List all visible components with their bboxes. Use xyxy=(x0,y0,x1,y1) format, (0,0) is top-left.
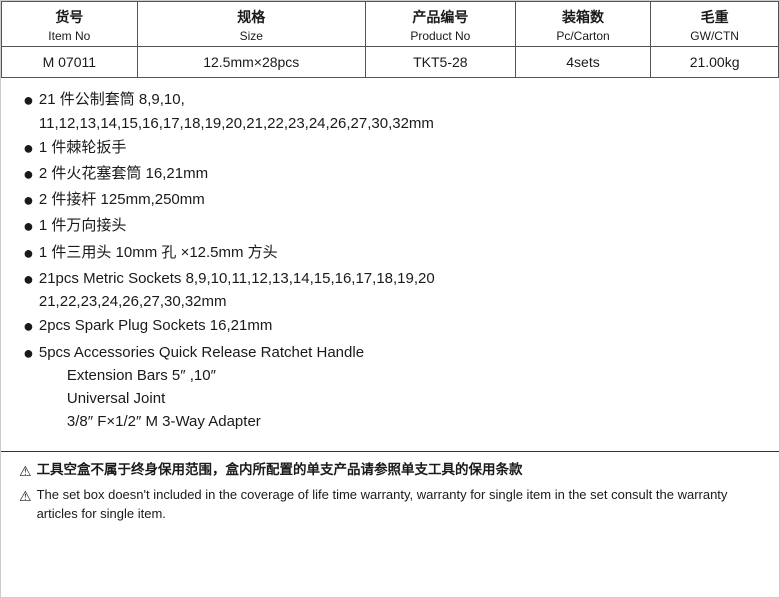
warning-text-en: The set box doesn't included in the cove… xyxy=(37,485,761,524)
list-item: ●2 件接杆 125mm,250mm xyxy=(23,188,761,213)
data-cell: TKT5-28 xyxy=(365,47,515,78)
list-item: ●1 件三用头 10mm 孔 ×12.5mm 方头 xyxy=(23,241,761,266)
bullet-icon: ● xyxy=(23,267,34,292)
item-text: 21pcs Metric Sockets 8,9,10,11,12,13,14,… xyxy=(39,267,761,314)
data-cell: M 07011 xyxy=(2,47,138,78)
warning-icon-en: ⚠ xyxy=(19,486,32,507)
product-content: ●21 件公制套筒 8,9,10,11,12,13,14,15,16,17,18… xyxy=(1,78,779,444)
list-item: ●21pcs Metric Sockets 8,9,10,11,12,13,14… xyxy=(23,267,761,314)
item-list: ●21 件公制套筒 8,9,10,11,12,13,14,15,16,17,18… xyxy=(23,88,761,433)
warning-row-en: ⚠The set box doesn't included in the cov… xyxy=(19,485,761,524)
bullet-icon: ● xyxy=(23,341,34,366)
list-item: ●1 件棘轮扳手 xyxy=(23,136,761,161)
bullet-icon: ● xyxy=(23,314,34,339)
list-item: ●5pcs Accessories Quick Release Ratchet … xyxy=(23,341,761,434)
item-text: 2 件接杆 125mm,250mm xyxy=(39,188,761,211)
item-text: 2 件火花塞套筒 16,21mm xyxy=(39,162,761,185)
bullet-icon: ● xyxy=(23,241,34,266)
bullet-icon: ● xyxy=(23,88,34,113)
item-text: 5pcs Accessories Quick Release Ratchet H… xyxy=(39,341,761,434)
item-text: 1 件万向接头 xyxy=(39,214,761,237)
list-item: ●1 件万向接头 xyxy=(23,214,761,239)
item-text: 2pcs Spark Plug Sockets 16,21mm xyxy=(39,314,761,337)
item-text: 1 件三用头 10mm 孔 ×12.5mm 方头 xyxy=(39,241,761,264)
data-cell: 12.5mm×28pcs xyxy=(137,47,365,78)
item-text: 21 件公制套筒 8,9,10,11,12,13,14,15,16,17,18,… xyxy=(39,88,761,135)
bullet-icon: ● xyxy=(23,188,34,213)
item-continuation: Universal Joint xyxy=(67,387,761,410)
data-cell: 4sets xyxy=(515,47,650,78)
item-text: 1 件棘轮扳手 xyxy=(39,136,761,159)
product-card: 货号Item No规格Size产品编号Product No装箱数Pc/Carto… xyxy=(0,0,780,598)
item-continuation: 3/8″ F×1/2″ M 3-Way Adapter xyxy=(67,410,761,433)
product-header-table: 货号Item No规格Size产品编号Product No装箱数Pc/Carto… xyxy=(1,1,779,78)
list-item: ●2pcs Spark Plug Sockets 16,21mm xyxy=(23,314,761,339)
bullet-icon: ● xyxy=(23,136,34,161)
bullet-icon: ● xyxy=(23,214,34,239)
header-cell: 产品编号Product No xyxy=(365,2,515,47)
warning-text-zh: 工具空盒不属于终身保用范围，盒内所配置的单支产品请参照单支工具的保用条款 xyxy=(37,460,761,480)
bullet-icon: ● xyxy=(23,162,34,187)
header-cell: 装箱数Pc/Carton xyxy=(515,2,650,47)
header-cell: 毛重GW/CTN xyxy=(651,2,779,47)
list-item: ●21 件公制套筒 8,9,10,11,12,13,14,15,16,17,18… xyxy=(23,88,761,135)
item-continuation: Extension Bars 5″ ,10″ xyxy=(67,364,761,387)
header-cell: 规格Size xyxy=(137,2,365,47)
warning-row-zh: ⚠工具空盒不属于终身保用范围，盒内所配置的单支产品请参照单支工具的保用条款 xyxy=(19,460,761,482)
header-cell: 货号Item No xyxy=(2,2,138,47)
warning-icon: ⚠ xyxy=(19,461,32,482)
data-cell: 21.00kg xyxy=(651,47,779,78)
warning-section: ⚠工具空盒不属于终身保用范围，盒内所配置的单支产品请参照单支工具的保用条款⚠Th… xyxy=(1,451,779,535)
list-item: ●2 件火花塞套筒 16,21mm xyxy=(23,162,761,187)
